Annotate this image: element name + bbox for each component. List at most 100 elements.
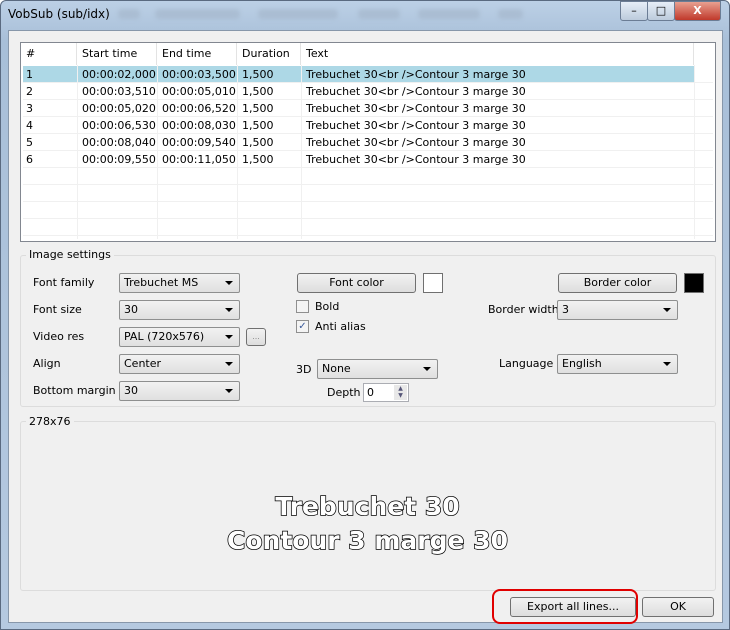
ok-button[interactable]: OK: [642, 597, 714, 617]
table-cell: 00:00:11,050: [162, 153, 236, 166]
table-cell: 1: [26, 68, 33, 81]
chevron-down-icon: [225, 308, 233, 312]
chevron-down-icon: [663, 308, 671, 312]
font-color-button[interactable]: Font color: [297, 273, 416, 293]
preview-line-1: Trebuchet 30: [275, 491, 461, 522]
border-color-swatch[interactable]: [684, 273, 704, 293]
table-row[interactable]: 6 00:00:09,550 00:00:11,050 1,500 Trebuchet …: [23, 151, 694, 168]
three-d-select[interactable]: None: [317, 359, 438, 379]
blurred-menu-item: [155, 9, 240, 19]
language-select[interactable]: English: [557, 354, 678, 374]
chevron-down-icon: [225, 335, 233, 339]
border-width-select[interactable]: 3: [557, 300, 678, 320]
spinner-arrows-icon[interactable]: ▲ ▼: [394, 385, 407, 400]
chevron-down-icon: [225, 389, 233, 393]
table-cell: 1,500: [242, 136, 274, 149]
chevron-down-icon: [423, 367, 431, 371]
table-cell: Trebuchet 30<br />Contour 3 marge 30: [306, 68, 526, 81]
font-size-value: 30: [124, 303, 138, 316]
column-header-end[interactable]: End time: [157, 43, 237, 65]
bottom-margin-select[interactable]: 30: [119, 381, 240, 401]
close-button[interactable]: X: [674, 1, 721, 21]
font-size-select[interactable]: 30: [119, 300, 240, 320]
table-cell: 00:00:03,510: [82, 85, 156, 98]
subtitle-preview: Trebuchet 30 Contour 3 marge 30: [20, 490, 715, 558]
table-cell: Trebuchet 30<br />Contour 3 marge 30: [306, 85, 526, 98]
font-color-swatch[interactable]: [423, 273, 443, 293]
chevron-down-icon: [663, 362, 671, 366]
video-res-select[interactable]: PAL (720x576): [119, 327, 240, 347]
font-family-value: Trebuchet MS: [124, 276, 199, 289]
table-cell: 00:00:06,520: [162, 102, 236, 115]
table-cell: 5: [26, 136, 33, 149]
table-cell: Trebuchet 30<br />Contour 3 marge 30: [306, 153, 526, 166]
column-header-start[interactable]: Start time: [77, 43, 157, 65]
table-cell: 00:00:02,000: [82, 68, 156, 81]
table-cell: Trebuchet 30<br />Contour 3 marge 30: [306, 119, 526, 132]
minimize-button[interactable]: –: [620, 1, 648, 21]
table-row[interactable]: 5 00:00:08,040 00:00:09,540 1,500 Trebuchet …: [23, 134, 694, 151]
anti-alias-label: Anti alias: [315, 320, 366, 333]
table-cell: 6: [26, 153, 33, 166]
table-cell: 00:00:09,540: [162, 136, 236, 149]
font-size-label: Font size: [33, 303, 82, 316]
maximize-button[interactable]: □: [647, 1, 675, 21]
table-cell: 1,500: [242, 119, 274, 132]
three-d-label: 3D: [296, 363, 312, 376]
image-settings-label: Image settings: [26, 248, 114, 261]
table-row[interactable]: 1 00:00:02,000 00:00:03,500 1,500 Trebuchet …: [23, 66, 694, 83]
depth-label: Depth: [327, 386, 361, 399]
three-d-value: None: [322, 362, 351, 375]
preview-line-2: Contour 3 marge 30: [226, 525, 508, 556]
column-header-text[interactable]: Text: [301, 43, 694, 65]
border-color-button[interactable]: Border color: [558, 273, 677, 293]
table-cell: Trebuchet 30<br />Contour 3 marge 30: [306, 102, 526, 115]
blurred-menu-item: [358, 9, 400, 19]
font-family-label: Font family: [33, 276, 95, 289]
align-label: Align: [33, 357, 61, 370]
column-header-filler: [694, 43, 714, 65]
table-cell: 00:00:03,500: [162, 68, 236, 81]
subtitle-list[interactable]: # Start time End time Duration Text 1 00:…: [20, 42, 716, 242]
table-cell: 1,500: [242, 68, 274, 81]
bold-label: Bold: [315, 300, 340, 313]
depth-value: 0: [367, 386, 374, 399]
align-value: Center: [124, 357, 162, 370]
video-res-more-button[interactable]: ...: [246, 328, 266, 346]
font-family-select[interactable]: Trebuchet MS: [119, 273, 240, 293]
border-width-label: Border width: [488, 303, 559, 316]
blurred-menu-item: [258, 9, 338, 19]
table-cell: 4: [26, 119, 33, 132]
table-cell: 1,500: [242, 85, 274, 98]
table-cell: 00:00:08,030: [162, 119, 236, 132]
table-cell: 1,500: [242, 153, 274, 166]
table-cell: Trebuchet 30<br />Contour 3 marge 30: [306, 136, 526, 149]
chevron-down-icon: [225, 281, 233, 285]
depth-spinner[interactable]: 0 ▲ ▼: [363, 383, 409, 402]
export-all-lines-button[interactable]: Export all lines...: [510, 597, 636, 617]
anti-alias-checkbox[interactable]: ✓: [296, 320, 309, 333]
language-value: English: [562, 357, 602, 370]
align-select[interactable]: Center: [119, 354, 240, 374]
chevron-down-icon: [225, 362, 233, 366]
table-row[interactable]: 2 00:00:03,510 00:00:05,010 1,500 Trebuchet …: [23, 83, 694, 100]
table-cell: 2: [26, 85, 33, 98]
column-header-number[interactable]: #: [21, 43, 77, 65]
video-res-label: Video res: [33, 330, 85, 343]
table-row[interactable]: 3 00:00:05,020 00:00:06,520 1,500 Trebuchet …: [23, 100, 694, 117]
table-cell: 00:00:05,020: [82, 102, 156, 115]
language-label: Language: [499, 357, 554, 370]
table-cell: 00:00:09,550: [82, 153, 156, 166]
bold-checkbox[interactable]: [296, 300, 309, 313]
column-header-duration[interactable]: Duration: [237, 43, 301, 65]
table-row[interactable]: 4 00:00:06,530 00:00:08,030 1,500 Trebuchet …: [23, 117, 694, 134]
table-cell: 3: [26, 102, 33, 115]
blurred-menu-item: [498, 9, 523, 19]
table-cell: 00:00:05,010: [162, 85, 236, 98]
bottom-margin-label: Bottom margin: [33, 384, 116, 397]
blurred-menu-item: [418, 9, 480, 19]
bottom-margin-value: 30: [124, 384, 138, 397]
blurred-menu-item: [118, 9, 140, 19]
border-width-value: 3: [562, 303, 569, 316]
window-title: VobSub (sub/idx): [8, 7, 110, 21]
